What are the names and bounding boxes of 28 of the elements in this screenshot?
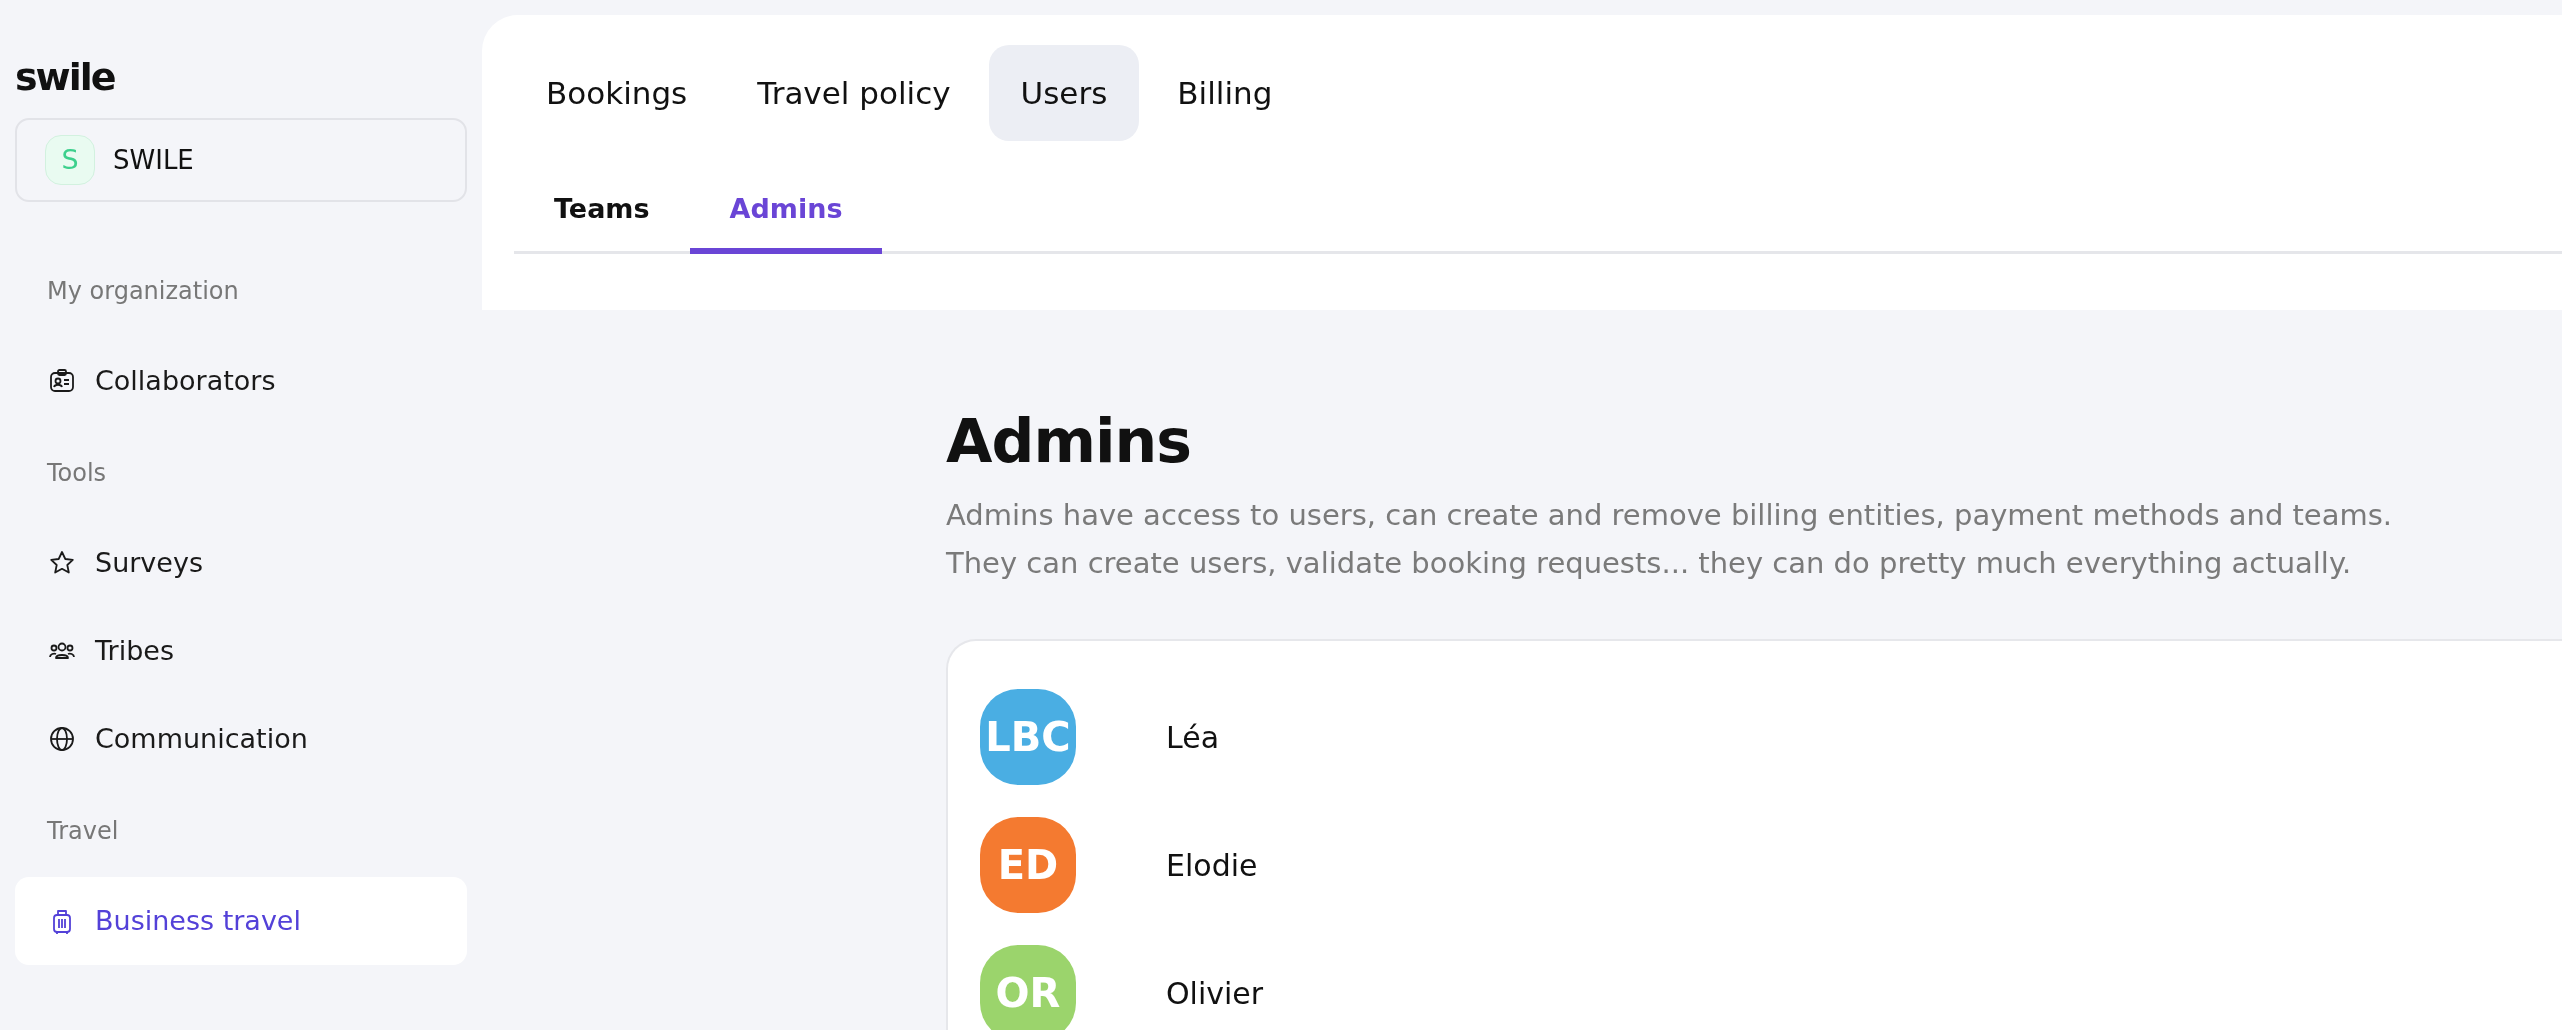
page-title: Admins [946, 405, 1192, 477]
sidebar-item[interactable]: Collaborators [15, 337, 467, 425]
admin-name: Olivier [1166, 974, 1264, 1013]
tab[interactable]: Users [988, 45, 1140, 141]
organization-selector[interactable]: S SWILE [15, 118, 467, 202]
admin-name: Elodie [1166, 846, 1258, 885]
organization-avatar: S [45, 135, 95, 185]
tab[interactable]: Bookings [514, 45, 720, 141]
subtab[interactable]: Admins [689, 189, 883, 254]
avatar: ED [980, 817, 1076, 913]
sidebar-item[interactable]: Business travel [15, 877, 467, 965]
section-heading: My organization [46, 276, 240, 307]
admin-name: Léa [1166, 718, 1220, 757]
avatar: OR [980, 945, 1076, 1030]
section-heading: Travel [46, 816, 120, 847]
organization-name: SWILE [113, 143, 194, 177]
description-text: They can create users, validate booking requests... they can do pretty much everything actually. [946, 545, 2353, 582]
avatar: LBC [980, 689, 1076, 785]
tab[interactable]: Travel policy [725, 45, 983, 141]
globe-icon [47, 724, 77, 754]
section-heading: Tools [46, 458, 108, 489]
tab[interactable]: Billing [1145, 45, 1305, 141]
logo: swile [15, 58, 116, 96]
sidebar-item[interactable]: Communication [15, 695, 467, 783]
sidebar-item[interactable]: Tribes [15, 607, 467, 695]
description-text: Admins have access to users, can create and remove billing entities, payment methods and teams. [946, 497, 2394, 534]
sidebar-item[interactable]: Surveys [15, 519, 467, 607]
subtab[interactable]: Teams [514, 189, 690, 254]
